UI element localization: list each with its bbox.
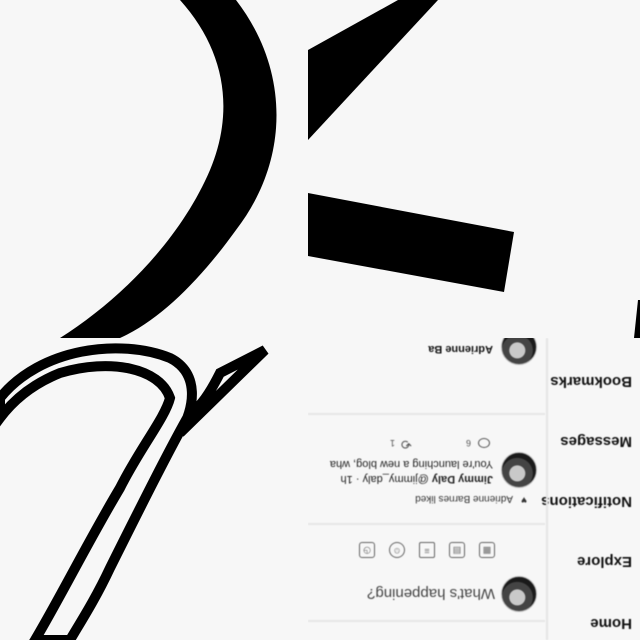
retweet-icon[interactable]: ⟲ [401,436,412,452]
diagonal-bars-shape [308,0,640,338]
divider [308,523,545,525]
image-fragment-bottom-left [0,338,308,640]
tweet-avatar[interactable] [501,452,537,488]
tweet-header: Jimmy Daly @jimmy_daly · 1h [341,473,493,485]
outlined-curve-shape [0,343,269,640]
heart-icon: ♥ [521,494,527,505]
tweet-author[interactable]: Jimmy Daly [432,473,493,485]
tweet-text: You're launching a new blog, wha [329,458,493,470]
timeline: What's happening? ▦ ▤ ≡ ☺ ◷ ♥ Adrienne B… [308,338,545,640]
retweet-count: 1 [389,438,395,448]
nav-item-explore[interactable]: Explore [577,553,632,570]
image-icon[interactable]: ▦ [479,542,495,558]
tweet-separator: · [355,473,360,485]
gif-icon[interactable]: ▤ [449,542,465,558]
divider [308,413,545,415]
image-fragment-top-left [0,0,308,338]
emoji-icon[interactable]: ☺ [389,542,405,558]
tweet-handle[interactable]: @jimmy_daly [363,473,429,485]
compose-input[interactable]: What's happening? [367,585,495,602]
nav-item-bookmarks[interactable]: Bookmarks [550,373,632,390]
social-app: Home Explore Notifications Messages Book… [308,338,640,640]
reply-icon[interactable] [478,438,490,448]
nav-item-notifications[interactable]: Notifications [541,493,632,510]
nav-item-home[interactable]: Home [590,615,632,632]
large-curve-shape [60,0,277,338]
sidebar-nav: Home Explore Notifications Messages Book… [541,338,640,640]
social-context: Adrienne Barnes liked [415,493,513,504]
app-screenshot-fragment: Home Explore Notifications Messages Book… [308,338,640,640]
poll-icon[interactable]: ≡ [419,542,435,558]
image-fragment-top-right [308,0,640,338]
schedule-icon[interactable]: ◷ [359,542,375,558]
next-tweet-author[interactable]: Adrienne Ba [428,343,493,355]
reply-count: 6 [465,438,471,448]
column-divider [546,338,548,640]
next-tweet-avatar[interactable] [501,338,537,365]
avatar[interactable] [501,576,537,612]
divider [308,620,545,622]
nav-item-messages[interactable]: Messages [560,433,632,450]
tweet-time: 1h [340,473,353,485]
